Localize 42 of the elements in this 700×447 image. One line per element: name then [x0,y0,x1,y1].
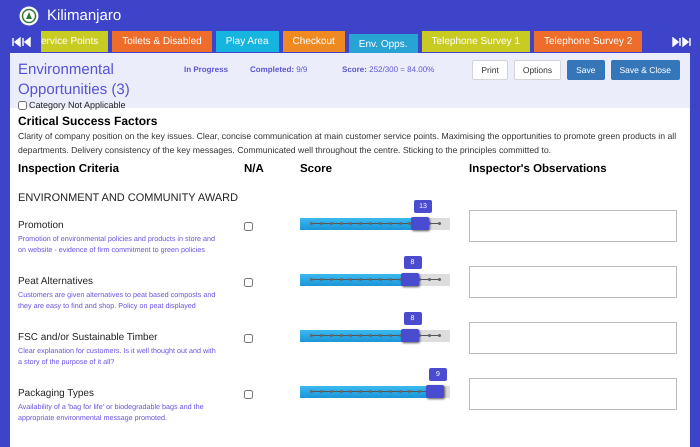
slider-thumb[interactable] [411,217,429,230]
section-title: ENVIRONMENT AND COMMUNITY AWARD [18,192,240,204]
na-checkbox[interactable] [244,222,253,231]
observations-field[interactable] [469,378,677,410]
not-applicable-checkbox[interactable] [18,100,27,110]
column-header: Inspection Criteria [18,163,120,175]
category-tab[interactable]: Play Area [216,31,279,52]
category-tab[interactable]: Env. Opps. [348,34,418,53]
category-tab[interactable]: Toilets & Disabled [112,31,212,52]
slider-thumb[interactable] [426,385,444,398]
score-text: Score: 252/300 = 84.00% [342,65,436,74]
column-header: Score [300,163,333,175]
slider-thumb[interactable] [400,329,418,342]
criterion-name: Promotion [18,220,65,231]
checkbox-label: Category Not Applicable [29,100,126,110]
action-button[interactable]: Save & Close [610,60,680,80]
first-prev-icon[interactable] [11,37,33,47]
category-tab[interactable]: Telephone Survey 2 [534,31,642,52]
criterion-name: FSC and/or Sustainable Timber [18,332,159,343]
logo-icon [19,6,39,26]
observations-field[interactable] [469,266,677,298]
observations-field[interactable] [469,210,677,242]
category-tab[interactable]: Checkout [282,31,345,52]
criterion-name: Peat Alternatives [18,276,94,287]
column-header: N/A [244,163,265,175]
next-last-icon[interactable] [670,37,692,47]
criterion-name: Packaging Types [18,388,95,399]
column-header: Inspector's Observations [469,163,608,175]
slider-thumb[interactable] [400,273,418,286]
action-button[interactable]: Options [514,60,562,80]
na-checkbox[interactable] [244,278,253,287]
description-text: Clarity of company position on the key issues. Clear, concise communication at main customer service points. Maximising the opportunities to promote green products in all departments. Delivery consistency of the key messages. Communicated well throughout the centre. Sticking to the principles committed to. [18,130,678,157]
observations-field[interactable] [469,322,677,354]
completed-text: Completed: 9/9 [250,65,308,74]
section-heading: Critical Success Factors [18,114,158,128]
na-checkbox[interactable] [244,390,253,399]
action-button[interactable]: Print [472,60,508,80]
status-text: In Progress [184,65,230,74]
na-checkbox[interactable] [244,334,253,343]
action-button[interactable]: Save [567,60,604,80]
app-title: Kilimanjaro [47,7,122,24]
category-title: Environmental Opportunities (3) [18,60,131,100]
